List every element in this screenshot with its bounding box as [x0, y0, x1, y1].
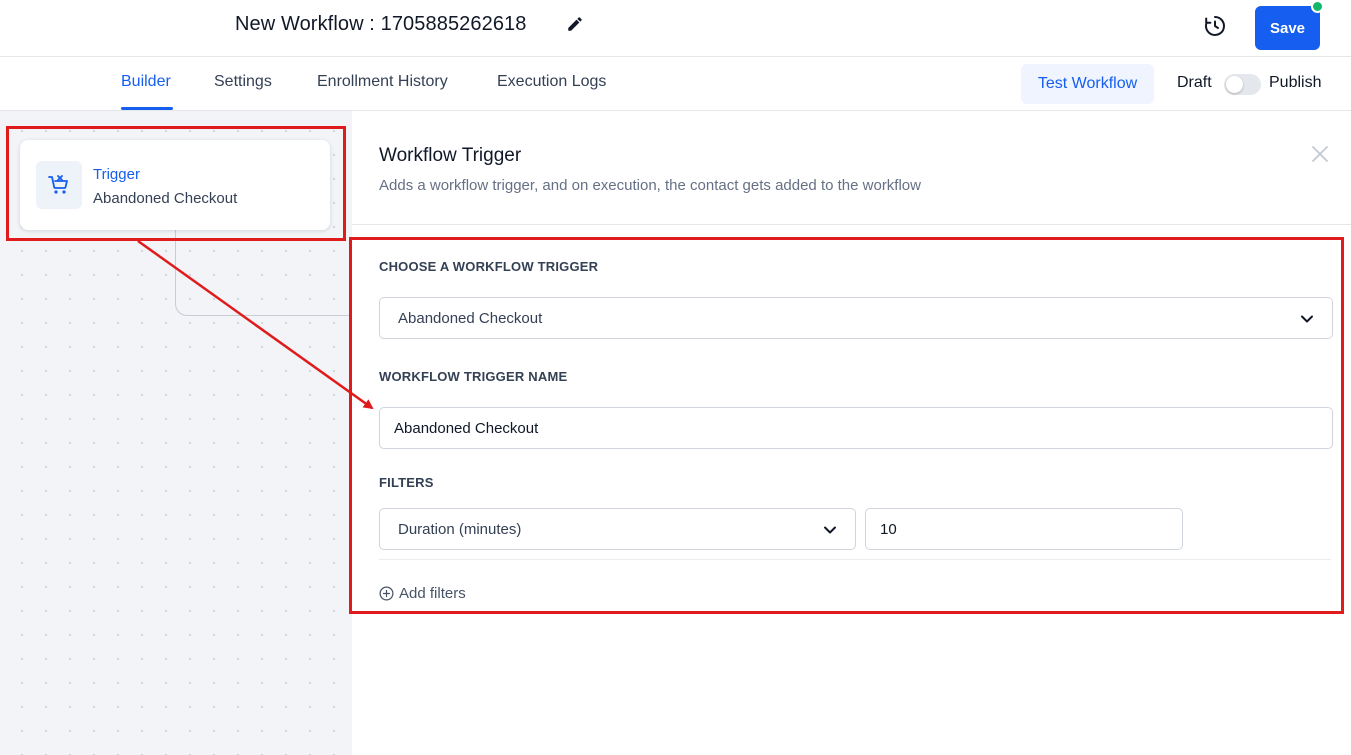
workflow-title: New Workflow : 1705885262618 [235, 13, 527, 35]
draft-label: Draft [1177, 74, 1212, 91]
trigger-icon-container [36, 161, 82, 209]
trigger-select-label: CHOOSE A WORKFLOW TRIGGER [379, 259, 599, 274]
tab-settings[interactable]: Settings [214, 73, 272, 91]
save-button[interactable]: Save [1255, 6, 1320, 50]
trigger-name-label: WORKFLOW TRIGGER NAME [379, 369, 568, 384]
node-connector-line [175, 230, 355, 316]
panel-description: Adds a workflow trigger, and on executio… [379, 177, 921, 194]
trigger-name-input[interactable] [379, 407, 1333, 449]
filters-divider [379, 559, 1331, 560]
filter-field-value: Duration (minutes) [398, 521, 522, 538]
publish-label: Publish [1269, 74, 1322, 91]
plus-circle-icon [379, 586, 394, 601]
panel-title: Workflow Trigger [379, 145, 522, 166]
trigger-node-title: Trigger [93, 166, 140, 183]
tab-enrollment-history[interactable]: Enrollment History [317, 73, 448, 91]
trigger-type-select[interactable]: Abandoned Checkout [379, 297, 1333, 339]
tab-execution-logs[interactable]: Execution Logs [497, 73, 606, 91]
top-header: New Workflow : 1705885262618 Save [0, 0, 1351, 57]
close-icon[interactable] [1310, 144, 1330, 164]
filter-value-input[interactable] [865, 508, 1183, 550]
filter-field-select[interactable]: Duration (minutes) [379, 508, 856, 550]
chevron-down-icon [824, 526, 836, 534]
tab-bar: Builder Settings Enrollment History Exec… [0, 57, 1351, 111]
tab-builder[interactable]: Builder [121, 73, 171, 91]
trigger-node-card[interactable]: Trigger Abandoned Checkout [20, 140, 330, 230]
publish-toggle[interactable] [1224, 74, 1261, 95]
active-tab-indicator [121, 107, 173, 110]
toggle-knob [1226, 76, 1243, 93]
chevron-down-icon [1301, 315, 1313, 323]
panel-divider [352, 224, 1351, 225]
filters-label: FILTERS [379, 475, 434, 490]
add-filters-label: Add filters [399, 585, 466, 602]
edit-pencil-icon[interactable] [566, 15, 584, 33]
trigger-settings-panel: Workflow Trigger Adds a workflow trigger… [352, 111, 1351, 755]
test-workflow-button[interactable]: Test Workflow [1021, 64, 1154, 104]
unsaved-status-dot [1311, 0, 1324, 13]
add-filters-button[interactable]: Add filters [379, 585, 466, 602]
trigger-type-value: Abandoned Checkout [398, 310, 543, 327]
trigger-node-subtitle: Abandoned Checkout [93, 190, 238, 207]
history-clock-icon[interactable] [1203, 14, 1227, 38]
cart-icon [48, 175, 68, 194]
